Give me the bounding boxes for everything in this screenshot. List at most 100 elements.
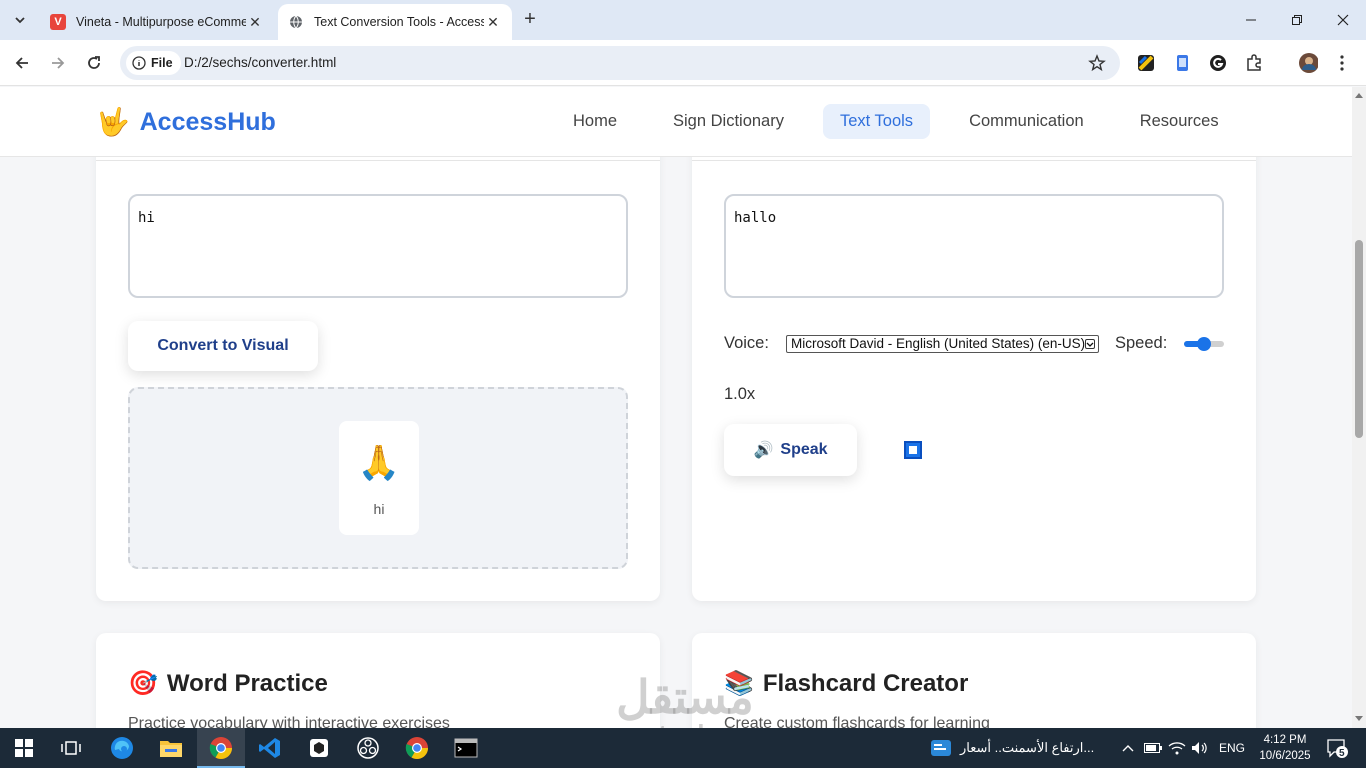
extension-document-icon[interactable] — [1172, 53, 1192, 73]
extensions-puzzle-icon[interactable] — [1244, 53, 1264, 73]
restore-icon[interactable] — [1274, 0, 1320, 40]
stop-button[interactable] — [904, 441, 922, 459]
windows-start-icon[interactable] — [10, 734, 38, 762]
card-divider — [692, 160, 1256, 161]
praying-hands-icon: 🙏 — [357, 444, 401, 482]
flashcard-creator-title: Flashcard Creator — [762, 669, 969, 697]
chevron-up-icon[interactable] — [1116, 734, 1140, 762]
language-indicator[interactable]: ENG — [1219, 741, 1245, 755]
voice-selected-value: Microsoft David - English (United States… — [791, 336, 1086, 351]
vscode-icon[interactable] — [256, 734, 284, 762]
site-logo[interactable]: 🤟 AccessHub — [96, 107, 276, 137]
new-tab-icon[interactable]: + — [518, 8, 542, 32]
stop-icon — [909, 446, 917, 454]
card-divider — [96, 160, 660, 161]
flashcard-creator-subtitle: Create custom flashcards for learning — [724, 715, 990, 728]
word-practice-subtitle: Practice vocabulary with interactive exe… — [128, 715, 450, 728]
close-tab-icon[interactable]: ✕ — [484, 14, 502, 31]
clock-date: 10/6/2025 — [1259, 750, 1311, 762]
voice-label: Voice: — [724, 334, 769, 352]
wifi-icon[interactable] — [1166, 734, 1188, 762]
clock-time: 4:12 PM — [1263, 734, 1307, 746]
battery-icon[interactable] — [1142, 734, 1164, 762]
news-widget[interactable]: ارتفاع الأسمنت.. أسعار... — [930, 738, 1094, 758]
browser-menu-icon[interactable] — [1332, 53, 1352, 73]
system-clock[interactable]: 4:12 PM 10/6/2025 — [1254, 732, 1316, 764]
extension-colorful-icon[interactable] — [1136, 53, 1156, 73]
bookmark-star-icon[interactable] — [1088, 54, 1106, 77]
vineta-favicon-icon: V — [50, 14, 66, 30]
logo-text: AccessHub — [139, 107, 276, 136]
globe-icon — [288, 14, 304, 30]
browser-tab-text-tools[interactable]: Text Conversion Tools - AccessH ✕ — [278, 4, 512, 40]
sign-label: hi — [373, 501, 385, 517]
forward-arrow-icon[interactable] — [46, 51, 70, 75]
word-practice-title: Word Practice — [166, 669, 328, 697]
nav-home[interactable]: Home — [556, 104, 634, 139]
nav-text-tools[interactable]: Text Tools — [822, 104, 931, 139]
speech-text-input[interactable]: hallo — [724, 194, 1224, 298]
text-input[interactable]: hi — [128, 194, 628, 298]
nav-communication[interactable]: Communication — [952, 104, 1101, 139]
scroll-down-arrow-icon[interactable] — [1355, 716, 1363, 721]
close-tab-icon[interactable]: ✕ — [246, 14, 264, 31]
chrome-icon[interactable] — [207, 734, 235, 762]
tab-title: Text Conversion Tools - AccessH — [314, 15, 484, 29]
news-icon — [931, 740, 951, 756]
speed-value: 1.0x — [724, 385, 756, 403]
address-bar[interactable]: File D:/2/sechs/converter.html — [120, 46, 1120, 80]
chevron-down-icon — [1085, 339, 1095, 349]
word-practice-heading: 🎯 Word Practice — [128, 669, 328, 698]
speed-slider-handle[interactable] — [1197, 337, 1211, 351]
tab-search-icon[interactable] — [8, 8, 32, 32]
speed-label: Speed: — [1115, 334, 1168, 352]
word-practice-card[interactable]: 🎯 Word Practice Practice vocabulary with… — [96, 633, 660, 728]
flashcard-creator-heading: 📚 Flashcard Creator — [724, 669, 968, 698]
browser-toolbar: File D:/2/sechs/converter.html — [0, 40, 1366, 86]
news-headline: ارتفاع الأسمنت.. أسعار... — [960, 740, 1095, 755]
minimize-icon[interactable] — [1228, 0, 1274, 40]
convert-to-visual-button[interactable]: Convert to Visual — [128, 321, 318, 371]
obs-icon[interactable] — [354, 734, 382, 762]
notification-count: 5 — [1339, 748, 1345, 759]
speak-button-label: Speak — [780, 441, 828, 458]
books-icon: 📚 — [724, 670, 754, 697]
profile-avatar[interactable] — [1298, 53, 1318, 73]
site-header: 🤟 AccessHub Home Sign Dictionary Text To… — [0, 87, 1352, 157]
file-explorer-icon[interactable] — [157, 734, 185, 762]
text-to-speech-card: hallo Voice: Microsoft David - English (… — [692, 127, 1256, 601]
main-nav: Home Sign Dictionary Text Tools Communic… — [556, 104, 1236, 139]
url-text[interactable]: D:/2/sechs/converter.html — [184, 55, 336, 70]
speak-button[interactable]: 🔊 Speak — [724, 424, 857, 476]
scroll-up-arrow-icon[interactable] — [1355, 93, 1363, 98]
page-viewport: hi Convert to Visual 🙏 hi hallo Voice: M… — [0, 87, 1352, 728]
notifications-icon[interactable]: 5 — [1322, 734, 1352, 762]
speaker-icon: 🔊 — [753, 442, 774, 459]
voice-select[interactable]: Microsoft David - English (United States… — [786, 335, 1099, 353]
nav-resources[interactable]: Resources — [1123, 104, 1236, 139]
chrome-profile-icon[interactable] — [403, 734, 431, 762]
target-icon: 🎯 — [128, 670, 158, 697]
browser-tab-strip: V Vineta - Multipurpose eComme ✕ Text Co… — [0, 0, 1366, 40]
volume-icon[interactable] — [1189, 734, 1211, 762]
visual-output-area: 🙏 hi — [128, 387, 628, 569]
extension-grammarly-icon[interactable] — [1208, 53, 1228, 73]
close-window-icon[interactable] — [1320, 0, 1366, 40]
terminal-icon[interactable] — [452, 734, 480, 762]
task-view-icon[interactable] — [57, 734, 85, 762]
reload-icon[interactable] — [82, 51, 106, 75]
speed-slider[interactable] — [1184, 337, 1224, 351]
site-info-chip[interactable]: File — [126, 51, 181, 75]
text-to-visual-card: hi Convert to Visual 🙏 hi — [96, 127, 660, 601]
back-arrow-icon[interactable] — [10, 51, 34, 75]
app-cube-icon[interactable] — [305, 734, 333, 762]
nav-sign-dictionary[interactable]: Sign Dictionary — [656, 104, 801, 139]
page-scrollbar[interactable] — [1352, 87, 1366, 728]
windows-taskbar: ارتفاع الأسمنت.. أسعار... ENG 4:12 PM 10… — [0, 728, 1366, 768]
edge-browser-icon[interactable] — [108, 734, 136, 762]
info-icon — [132, 56, 146, 70]
file-chip-label: File — [151, 56, 173, 70]
flashcard-creator-card[interactable]: 📚 Flashcard Creator Create custom flashc… — [692, 633, 1256, 728]
browser-tab-vineta[interactable]: V Vineta - Multipurpose eComme ✕ — [40, 4, 274, 40]
scrollbar-thumb[interactable] — [1355, 240, 1363, 438]
